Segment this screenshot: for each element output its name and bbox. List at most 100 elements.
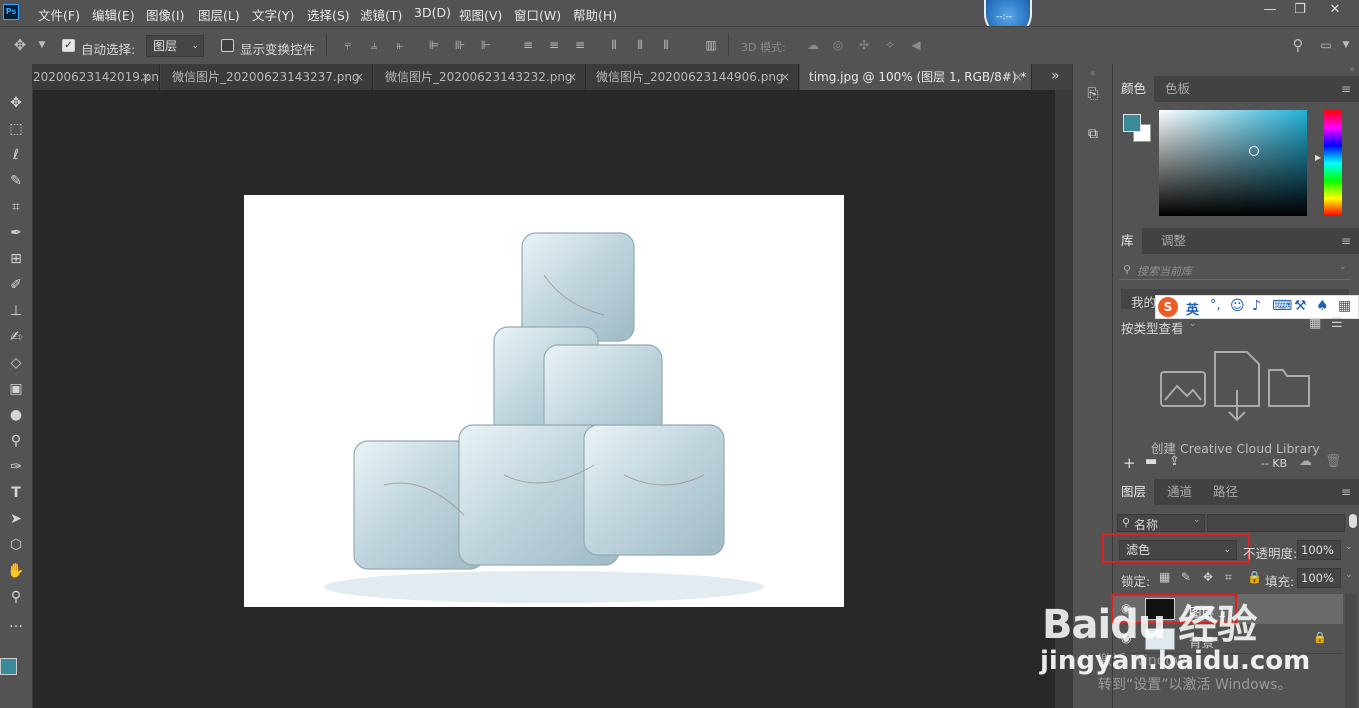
fill-input[interactable]: 100% (1297, 568, 1341, 588)
history-panel-icon[interactable]: ⎘ (1084, 86, 1102, 108)
pen-tool-icon[interactable]: ✑ (4, 456, 28, 478)
collapse-panels-icon[interactable]: » (1113, 64, 1359, 75)
menu-help[interactable]: 帮助(H) (573, 5, 617, 24)
tab-adjustments[interactable]: 调整 (1153, 228, 1194, 254)
eyedropper-tool-icon[interactable]: ✒ (4, 222, 28, 244)
color-saturation-field[interactable] (1159, 110, 1307, 216)
eraser-tool-icon[interactable]: ◇ (4, 352, 28, 374)
ime-toolbar[interactable]: S 英 °, ☺ ♪ ⌨ ⚒ ♠ ▦ (1155, 295, 1359, 319)
panel-menu-icon[interactable]: ≡ (1341, 82, 1353, 96)
marquee-tool-icon[interactable]: ⬚ (4, 118, 28, 140)
healing-brush-tool-icon[interactable]: ⊞ (4, 248, 28, 270)
lock-artboard-icon[interactable]: ⌗ (1225, 570, 1232, 585)
align-right-icon[interactable]: ⊩ (478, 38, 494, 52)
grid-menu-icon[interactable]: ▦ (1338, 298, 1351, 314)
list-view-icon[interactable]: ☰ (1331, 316, 1343, 331)
clone-stamp-tool-icon[interactable]: ⊥ (4, 300, 28, 322)
close-icon[interactable]: × (141, 64, 151, 90)
crop-tool-icon[interactable]: ⌗ (4, 196, 28, 218)
menu-3d[interactable]: 3D(D) (414, 5, 451, 20)
distribute-bottom-icon[interactable]: ≡ (572, 38, 588, 52)
upload-icon[interactable]: ⇪ (1169, 454, 1180, 469)
grid-view-icon[interactable]: ▦ (1309, 316, 1321, 331)
skin-icon[interactable]: ♠ (1316, 298, 1329, 314)
tab-document-4[interactable]: 微信图片_20200623144906.png × (587, 64, 799, 90)
3d-orbit-icon[interactable]: ☁ (805, 38, 821, 52)
align-bottom-icon[interactable]: ⫦ (392, 38, 408, 52)
auto-select-target-select[interactable]: 图层 ⌄ (146, 35, 204, 57)
blur-tool-icon[interactable]: ● (4, 404, 28, 426)
tab-layers[interactable]: 图层 (1113, 479, 1155, 505)
zoom-tool-icon[interactable]: ⚲ (4, 586, 28, 608)
path-select-tool-icon[interactable]: ➤ (4, 508, 28, 530)
layer-filter-kind-select[interactable]: ⚲ 名称 ⌄ (1117, 514, 1205, 532)
move-tool-icon[interactable]: ✥ (12, 38, 28, 53)
tab-document-2[interactable]: 微信图片_20200623143237.png × (161, 64, 373, 90)
hue-slider[interactable] (1324, 110, 1342, 216)
close-icon[interactable]: × (354, 64, 364, 90)
tab-document-3[interactable]: 微信图片_20200623143232.png × (374, 64, 586, 90)
show-transform-checkbox[interactable] (221, 39, 234, 52)
menu-file[interactable]: 文件(F) (38, 5, 80, 24)
foreground-color-swatch[interactable] (0, 658, 17, 675)
align-top-icon[interactable]: ⫧ (340, 38, 356, 52)
tab-document-1[interactable]: 20200623142019.png × (33, 64, 160, 90)
menu-window[interactable]: 窗口(W) (514, 5, 561, 24)
ime-lang-indicator[interactable]: 英 (1186, 299, 1199, 318)
menu-edit[interactable]: 编辑(E) (92, 5, 135, 24)
gradient-tool-icon[interactable]: ▣ (4, 378, 28, 400)
close-button[interactable]: ✕ (1318, 0, 1352, 22)
chevron-down-icon[interactable]: ⌄ (1345, 542, 1353, 552)
minimize-button[interactable]: — (1253, 0, 1287, 22)
lock-all-icon[interactable]: 🔒 (1247, 570, 1262, 584)
chevron-down-icon[interactable]: ⌄ (1189, 319, 1197, 329)
chevron-down-icon[interactable]: ⌄ (1339, 262, 1347, 272)
keyboard-icon[interactable]: ⌨ (1272, 298, 1292, 314)
tab-swatches[interactable]: 色板 (1157, 76, 1198, 102)
align-vcenter-icon[interactable]: ⫨ (366, 38, 382, 52)
align-hcenter-icon[interactable]: ⊪ (452, 38, 468, 52)
document-image-ice-cubes[interactable] (244, 195, 844, 607)
emoji-icon[interactable]: ☺ (1230, 298, 1245, 314)
close-icon[interactable]: × (780, 64, 790, 90)
panel-menu-icon[interactable]: ≡ (1341, 485, 1353, 499)
sogou-logo[interactable]: S (1158, 297, 1178, 317)
move-tool-icon[interactable]: ✥ (4, 92, 28, 114)
tab-document-active[interactable]: timg.jpg @ 100% (图层 1, RGB/8#) * × (800, 64, 1032, 90)
more-tools-icon[interactable]: … (4, 612, 28, 634)
add-icon[interactable]: + (1123, 454, 1136, 472)
distribute-hcenter-icon[interactable]: ⦀ (632, 38, 648, 52)
punctuation-icon[interactable]: °, (1210, 298, 1221, 313)
chevron-down-icon[interactable]: ⌄ (1345, 570, 1353, 580)
3d-scale-icon[interactable]: ◀ (908, 38, 924, 52)
lock-transparent-icon[interactable]: ▦ (1159, 570, 1170, 584)
microphone-icon[interactable]: ♪ (1252, 298, 1261, 314)
type-tool-icon[interactable]: T (4, 482, 28, 504)
menu-filter[interactable]: 滤镜(T) (360, 5, 402, 24)
folder-icon[interactable]: ▬ (1145, 454, 1157, 469)
search-icon[interactable]: ⚲ (1290, 38, 1306, 53)
toolbox-icon[interactable]: ⚒ (1294, 298, 1307, 314)
brush-tool-icon[interactable]: ✐ (4, 274, 28, 296)
distribute-vcenter-icon[interactable]: ≡ (546, 38, 562, 52)
close-icon[interactable]: × (1013, 64, 1023, 90)
panel-menu-icon[interactable]: ≡ (1341, 234, 1353, 248)
3d-pan-icon[interactable]: ✣ (856, 38, 872, 52)
tab-paths[interactable]: 路径 (1205, 479, 1246, 505)
view-by-type-label[interactable]: 按类型查看 (1121, 318, 1184, 337)
library-search-field[interactable]: ⚲ 搜索当前库 ⌄ (1119, 260, 1351, 280)
history-brush-tool-icon[interactable]: ✍ (4, 326, 28, 348)
foreground-color-swatch[interactable] (1123, 114, 1141, 132)
chevron-down-icon[interactable]: ▼ (34, 38, 50, 52)
tab-channels[interactable]: 通道 (1159, 479, 1200, 505)
close-icon[interactable]: × (567, 64, 577, 90)
distribute-right-icon[interactable]: ⦀ (658, 38, 674, 52)
collapse-dock-icon[interactable]: « (1073, 68, 1112, 79)
color-picker-handle[interactable] (1249, 146, 1259, 156)
restore-button[interactable]: ❐ (1283, 0, 1317, 22)
menu-view[interactable]: 视图(V) (459, 5, 502, 24)
align-left-icon[interactable]: ⊫ (426, 38, 442, 52)
lock-position-icon[interactable]: ✥ (1203, 570, 1213, 584)
distribute-left-icon[interactable]: ⦀ (606, 38, 622, 52)
3d-slide-icon[interactable]: ✧ (882, 38, 898, 52)
